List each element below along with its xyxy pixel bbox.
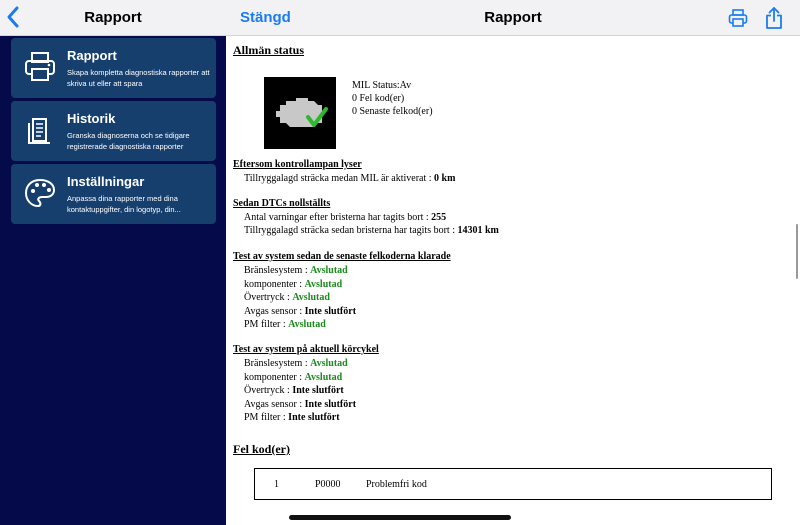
sidebar-title: Rapport [84,9,142,26]
menu-item-installningar[interactable]: Inställningar Anpassa dina rapporter med… [11,164,216,224]
menu-item-title: Inställningar [67,174,145,189]
report-pane: Stängd Rapport Allmän status MIL Status:… [226,0,800,525]
fault-code-count: 0 Fel kod(er) [352,93,405,104]
home-indicator[interactable] [289,515,511,520]
test-label: Avgas sensor : [244,305,305,317]
sidebar: Rapport Rapport Skapa kompletta diagnost… [0,0,226,525]
menu-item-description: Skapa kompletta diagnostiska rapporter a… [67,68,210,88]
fault-code-index: 1 [274,479,279,490]
test-status-row: Avgas sensor : Inte slutfört [244,306,356,317]
test-status-row: PM filter : Inte slutfört [244,412,340,423]
test-status-row: Bränslesystem : Avslutad [244,265,348,276]
engine-status-image [264,77,336,149]
test-label: PM filter : [244,412,289,423]
warmups-row: Antal varningar efter bristerna har tagi… [244,212,447,223]
test-status-value: Inte slutfört [292,385,344,396]
history-icon [28,118,50,144]
test-status-value: Avslutad [304,278,343,290]
print-icon[interactable] [728,8,748,28]
scrollbar[interactable] [796,224,798,279]
printer-icon [25,52,55,81]
test-status-row: Avgas sensor : Inte slutfört [244,399,356,410]
fault-code-description: Problemfri kod [366,479,427,490]
cleared-distance-row: Tillryggalagd sträcka sedan bristerna ha… [244,225,499,236]
report-nav-bar: Stängd Rapport [226,0,800,36]
test-label: Övertryck : [244,385,293,396]
menu-item-description: Anpassa dina rapporter med dina kontaktu… [67,194,181,214]
menu-item-historik[interactable]: Historik Granska diagnoserna och se tidi… [11,101,216,161]
test-status-value: Avslutad [310,358,348,369]
mil-distance-row: Tillryggalagd sträcka medan MIL är aktiv… [244,173,456,184]
test-status-value: Avslutad [288,319,326,330]
menu-item-title: Historik [67,111,116,126]
menu-item-title: Rapport [67,48,117,63]
test-status-row: Bränslesystem : Avslutad [244,358,348,369]
test-status-row: PM filter : Avslutad [244,319,326,330]
palette-icon [24,178,56,208]
mil-status: MIL Status:Av [352,80,412,91]
test-label: Avgas sensor : [244,398,305,410]
test-label: komponenter : [244,278,305,290]
sidebar-nav-bar: Rapport [0,0,226,36]
test-status-value: Avslutad [310,265,348,276]
last-fault-code-count: 0 Senaste felkod(er) [352,106,433,117]
fault-codes-heading: Fel kod(er) [233,442,290,456]
test-status-row: komponenter : Avslutad [244,279,342,290]
fault-code-table: 1 P0000 Problemfri kod [254,468,772,500]
general-status-heading: Allmän status [233,43,305,57]
test-status-value: Inte slutfört [304,398,357,410]
test-status-row: komponenter : Avslutad [244,372,342,383]
engine-check-icon [276,98,328,127]
fault-code-id: P0000 [315,479,341,490]
menu-item-rapport[interactable]: Rapport Skapa kompletta diagnostiska rap… [11,38,216,98]
test-label: Övertryck : [244,292,293,303]
test-label: PM filter : [244,319,289,330]
tests-current-cycle-heading: Test av system på aktuell körcykel [233,344,379,355]
test-label: Bränslesystem : [244,265,311,276]
test-status-value: Avslutad [292,292,330,303]
test-status-value: Inte slutfört [304,305,357,317]
since-dtc-cleared-heading: Sedan DTCs nollställts [233,198,331,209]
report-title: Rapport [484,9,542,26]
test-status-row: Övertryck : Avslutad [244,292,330,303]
report-content[interactable]: Allmän status MIL Status:Av 0 Fel kod(er… [226,37,800,525]
menu-item-description: Granska diagnoserna och se tidigare regi… [67,131,190,151]
test-status-value: Avslutad [304,371,343,383]
test-status-value: Inte slutfört [288,412,340,423]
since-mil-heading: Eftersom kontrollampan lyser [233,159,362,170]
close-button[interactable]: Stängd [240,9,291,26]
test-label: komponenter : [244,371,305,383]
test-status-row: Övertryck : Inte slutfört [244,385,344,396]
tests-since-clear-heading: Test av system sedan de senaste felkoder… [233,251,451,262]
test-label: Bränslesystem : [244,358,311,369]
share-icon[interactable] [765,6,783,30]
